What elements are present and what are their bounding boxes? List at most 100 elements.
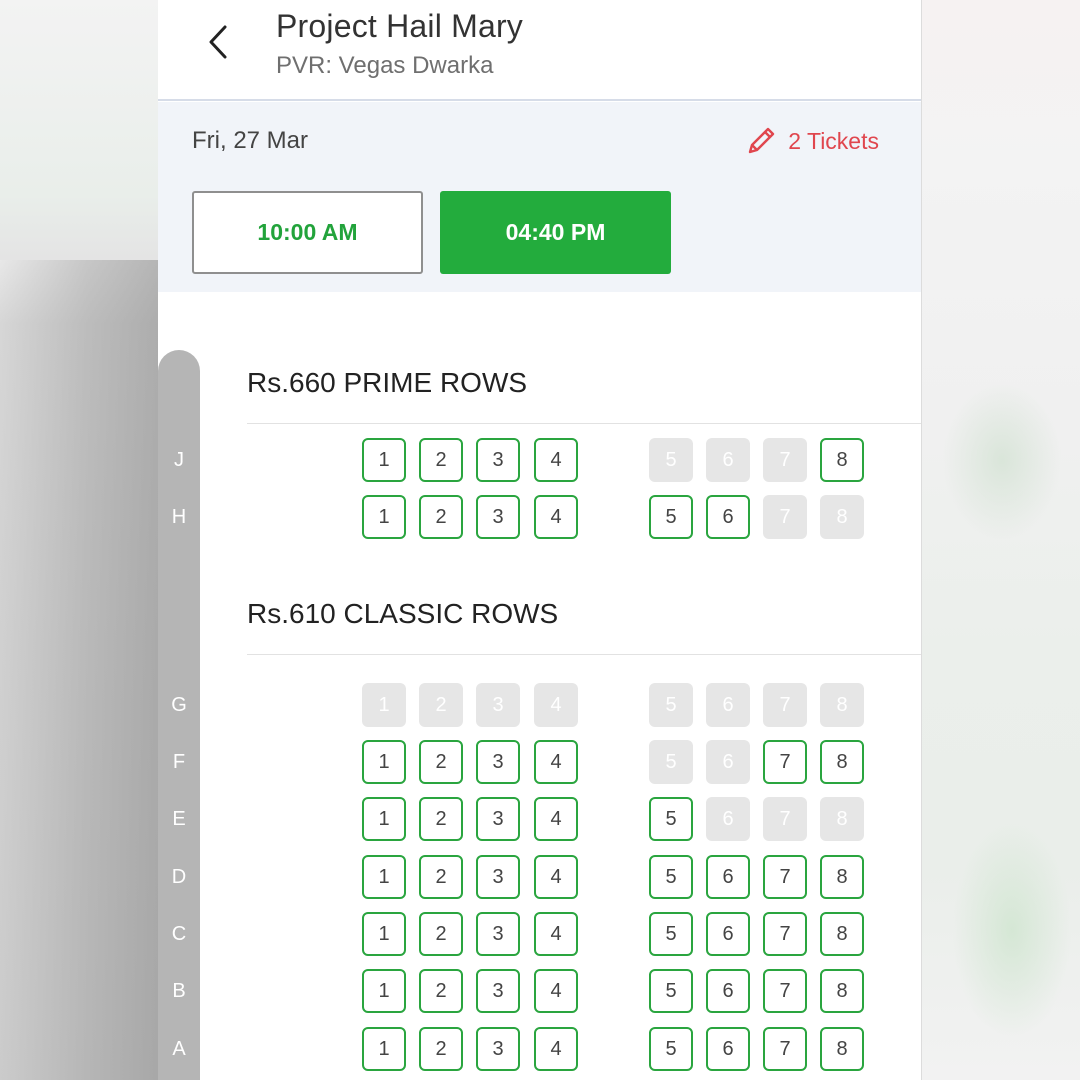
seat-available[interactable]: 6 (706, 912, 750, 956)
seat-sold: 3 (476, 683, 520, 727)
seat-available[interactable]: 4 (534, 1027, 578, 1071)
seat-available[interactable]: 3 (476, 495, 520, 539)
app-header: Project Hail Mary PVR: Vegas Dwarka (158, 0, 921, 101)
seat-available[interactable]: 7 (763, 855, 807, 899)
seat-available[interactable]: 3 (476, 438, 520, 482)
cinema-name: PVR: Vegas Dwarka (276, 52, 494, 79)
seat-available[interactable]: 2 (419, 969, 463, 1013)
seat-available[interactable]: 4 (534, 912, 578, 956)
showtime-button-selected[interactable]: 04:40 PM (440, 191, 671, 274)
seat-sold: 5 (649, 683, 693, 727)
seat-available[interactable]: 8 (820, 438, 864, 482)
seat-available[interactable]: 3 (476, 969, 520, 1013)
seat-available[interactable]: 4 (534, 740, 578, 784)
seat-sold: 8 (820, 797, 864, 841)
seat-sold: 8 (820, 683, 864, 727)
seat-available[interactable]: 2 (419, 495, 463, 539)
seat-available[interactable]: 1 (362, 740, 406, 784)
seat-sold: 6 (706, 740, 750, 784)
seat-sold: 5 (649, 740, 693, 784)
seat-available[interactable]: 8 (820, 740, 864, 784)
seat-available[interactable]: 6 (706, 495, 750, 539)
seat-sold: 1 (362, 683, 406, 727)
seat-available[interactable]: 4 (534, 797, 578, 841)
seat-available[interactable]: 1 (362, 438, 406, 482)
backdrop-left (0, 0, 158, 1080)
seat-available[interactable]: 8 (820, 969, 864, 1013)
seat-available[interactable]: 5 (649, 797, 693, 841)
seat-available[interactable]: 7 (763, 912, 807, 956)
seat-available[interactable]: 2 (419, 912, 463, 956)
showtime-bar: Fri, 27 Mar 2 Tickets 10:00 AM 04:40 PM (158, 102, 921, 292)
pencil-icon (749, 127, 775, 154)
seat-available[interactable]: 3 (476, 740, 520, 784)
seat-available[interactable]: 3 (476, 912, 520, 956)
seat-available[interactable]: 7 (763, 969, 807, 1013)
back-button[interactable] (196, 20, 240, 64)
seat-sold: 6 (706, 797, 750, 841)
seat-available[interactable]: 4 (534, 495, 578, 539)
seat-available[interactable]: 2 (419, 1027, 463, 1071)
seat-available[interactable]: 1 (362, 855, 406, 899)
seat-available[interactable]: 8 (820, 1027, 864, 1071)
seat-available[interactable]: 8 (820, 855, 864, 899)
section-title: Rs.610 CLASSIC ROWS (247, 598, 559, 629)
seat-available[interactable]: 6 (706, 969, 750, 1013)
seat-available[interactable]: 2 (419, 855, 463, 899)
seat-sold: 6 (706, 683, 750, 727)
seat-available[interactable]: 1 (362, 1027, 406, 1071)
seat-available[interactable]: 1 (362, 797, 406, 841)
seat-available[interactable]: 7 (763, 1027, 807, 1071)
seat-available[interactable]: 6 (706, 1027, 750, 1071)
seat-available[interactable]: 5 (649, 855, 693, 899)
page-title: Project Hail Mary (276, 8, 524, 44)
edit-tickets-button[interactable]: 2 Tickets (744, 124, 879, 158)
seat-sold: 7 (763, 797, 807, 841)
seat-available[interactable]: 5 (649, 912, 693, 956)
seat-sold: 7 (763, 495, 807, 539)
seat-available[interactable]: 8 (820, 912, 864, 956)
section-divider (247, 423, 921, 424)
row-label: F (172, 751, 186, 773)
seat-available[interactable]: 4 (534, 969, 578, 1013)
section-title: Rs.660 PRIME ROWS (247, 367, 528, 398)
seat-available[interactable]: 2 (419, 438, 463, 482)
ticket-count: 2 Tickets (788, 127, 879, 154)
chevron-left-icon (209, 25, 227, 59)
seat-available[interactable]: 5 (649, 495, 693, 539)
seat-sold: 2 (419, 683, 463, 727)
seat-available[interactable]: 6 (706, 855, 750, 899)
row-label: H (171, 506, 187, 528)
section-divider (247, 654, 921, 655)
seat-sold: 6 (706, 438, 750, 482)
row-label: A (172, 1038, 186, 1060)
seat-available[interactable]: 3 (476, 1027, 520, 1071)
backdrop-right (922, 0, 1080, 1080)
showtime-button[interactable]: 10:00 AM (192, 191, 423, 274)
seat-sold: 7 (763, 683, 807, 727)
row-label: C (171, 923, 187, 945)
show-date: Fri, 27 Mar (192, 127, 309, 154)
row-label: G (171, 694, 187, 716)
seat-available[interactable]: 4 (534, 438, 578, 482)
seat-sold: 5 (649, 438, 693, 482)
seat-sold: 8 (820, 495, 864, 539)
seat-available[interactable]: 4 (534, 855, 578, 899)
seat-sold: 4 (534, 683, 578, 727)
seat-available[interactable]: 2 (419, 740, 463, 784)
seat-available[interactable]: 2 (419, 797, 463, 841)
seat-available[interactable]: 1 (362, 912, 406, 956)
seat-available[interactable]: 1 (362, 969, 406, 1013)
seat-available[interactable]: 7 (763, 740, 807, 784)
row-label: E (172, 808, 186, 830)
seat-available[interactable]: 3 (476, 855, 520, 899)
seat-selection-screen: Project Hail Mary PVR: Vegas Dwarka Fri,… (158, 0, 921, 1080)
seat-available[interactable]: 1 (362, 495, 406, 539)
seat-available[interactable]: 5 (649, 1027, 693, 1071)
row-label: J (174, 449, 184, 471)
seat-available[interactable]: 5 (649, 969, 693, 1013)
seat-sold: 7 (763, 438, 807, 482)
row-label: B (172, 980, 186, 1002)
seat-available[interactable]: 3 (476, 797, 520, 841)
row-label-rail: J H G F E D C B A (158, 350, 200, 1080)
